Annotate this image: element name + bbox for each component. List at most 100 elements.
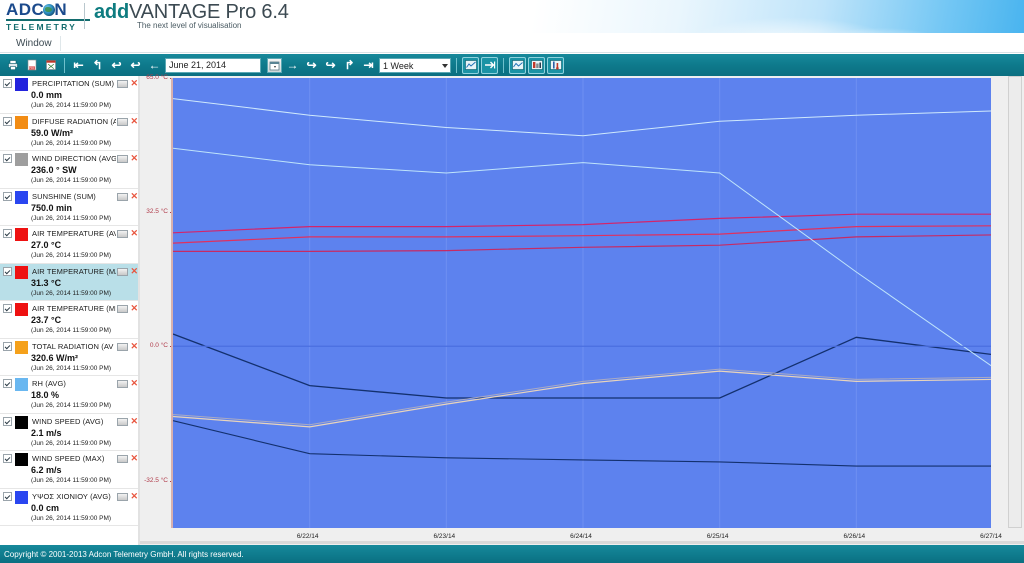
close-icon[interactable]: ✕ — [130, 229, 138, 238]
vertical-scrollbar[interactable] — [1008, 76, 1022, 528]
status-bar: Copyright © 2001-2013 Adcon Telemetry Gm… — [0, 545, 1024, 563]
legend-sidebar[interactable]: PERCIPITATION (SUM) ✕ 0.0 mm (Jun 26, 2014 … — [0, 76, 140, 531]
legend-color-swatch — [15, 115, 28, 129]
legend-item-checkbox[interactable] — [3, 266, 12, 276]
horizontal-scrollbar[interactable] — [140, 541, 1024, 544]
chevron-down-icon — [442, 63, 448, 68]
toolbar-separator-3 — [503, 57, 504, 73]
row-menu-icon[interactable] — [117, 455, 129, 463]
legend-item-label: WIND SPEED (MAX) — [32, 454, 105, 463]
legend-item-checkbox[interactable] — [3, 454, 12, 463]
legend-item-label: PERCIPITATION (SUM) — [32, 79, 115, 88]
legend-item[interactable]: DIFFUSE RADIATION (A ✕ 59.0 W/m² (Jun 26, 2… — [0, 114, 140, 151]
legend-item[interactable]: RH (AVG) ✕ 18.0 % (Jun 26, 2014 11:59:00 PM… — [0, 376, 140, 414]
menu-item-window[interactable]: Window — [8, 36, 61, 51]
print-icon[interactable] — [4, 57, 21, 74]
apply-icon[interactable] — [481, 56, 498, 74]
forward-month-icon[interactable]: ↱ — [341, 57, 358, 74]
step-back-icon[interactable]: ← — [146, 57, 163, 74]
toolbar-separator-2 — [456, 57, 457, 73]
legend-item-value: 0.0 mm — [31, 90, 63, 100]
forward-day-icon[interactable]: ↪ — [303, 57, 320, 74]
row-menu-icon[interactable] — [117, 380, 129, 388]
y-axis-tick-label: 0.0 °C — [149, 342, 168, 350]
row-menu-icon[interactable] — [117, 80, 129, 88]
legend-item-timestamp: (Jun 26, 2014 11:59:00 PM) — [31, 102, 112, 109]
legend-item-label: SUNSHINE (SUM) — [32, 191, 96, 201]
legend-item-value: 750.0 min — [31, 202, 73, 213]
row-menu-icon[interactable] — [117, 417, 129, 426]
legend-item[interactable]: WIND DIRECTION (AVG ✕ 236.0 ° SW (Jun 26, 2… — [0, 151, 140, 189]
legend-item[interactable]: AIR TEMPERATURE (AV ✕ 27.0 °C (Jun 26, 2014… — [0, 226, 140, 264]
calendar-icon[interactable] — [267, 57, 282, 73]
graph-view-icon[interactable] — [462, 56, 479, 74]
back-week-icon[interactable]: ↩ — [108, 57, 125, 74]
close-icon[interactable]: ✕ — [130, 491, 138, 501]
gauge-icon[interactable] — [547, 56, 564, 74]
row-menu-icon[interactable] — [117, 342, 129, 351]
legend-item-checkbox[interactable] — [3, 191, 12, 201]
plot-area[interactable] — [171, 78, 991, 528]
date-input[interactable] — [165, 57, 261, 73]
legend-item-label: TOTAL RADIATION (AV — [32, 341, 114, 351]
legend-item-timestamp: (Jun 26, 2014 11:59:00 PM) — [31, 289, 112, 297]
back-day-icon[interactable]: ↩ — [127, 57, 144, 74]
close-icon[interactable]: ✕ — [130, 341, 138, 351]
legend-item[interactable]: WIND SPEED (MAX) ✕ 6.2 m/s (Jun 26, 2014 11… — [0, 451, 140, 489]
line-chart-icon[interactable] — [509, 56, 526, 74]
period-select-value: 1 Week — [383, 60, 414, 71]
legend-item[interactable]: SUNSHINE (SUM) ✕ 750.0 min (Jun 26, 2014 11… — [0, 189, 140, 226]
row-menu-icon[interactable] — [117, 230, 129, 238]
jump-last-icon[interactable]: ⇥ — [360, 57, 377, 74]
legend-item-checkbox[interactable] — [3, 416, 12, 426]
legend-item-checkbox[interactable] — [3, 79, 12, 88]
row-menu-icon[interactable] — [117, 192, 129, 201]
bar-chart-icon[interactable] — [528, 56, 545, 74]
close-icon[interactable]: ✕ — [130, 454, 138, 463]
close-icon[interactable]: ✕ — [130, 266, 138, 276]
legend-item-timestamp: (Jun 26, 2014 11:59:00 PM) — [31, 177, 112, 184]
pdf-export-icon[interactable]: PDF — [23, 57, 40, 74]
legend-item-checkbox[interactable] — [3, 154, 12, 163]
legend-color-swatch — [15, 265, 28, 279]
legend-item-value: 18.0 % — [31, 390, 60, 400]
jump-first-icon[interactable]: ⇤ — [70, 57, 87, 74]
toolbar: PDF ⇤ ↰ ↩ ↩ ← → ↪ ↪ ↱ ⇥ 1 Week — [0, 54, 1024, 76]
legend-item[interactable]: ΥΨΟΣ ΧΙΟΝΙΟΥ (AVG) ✕ 0.0 cm (Jun 26, 2014 1… — [0, 489, 140, 526]
legend-item-timestamp: (Jun 26, 2014 11:59:00 PM) — [31, 214, 112, 222]
excel-export-icon[interactable] — [42, 57, 59, 74]
legend-item-checkbox[interactable] — [3, 229, 12, 238]
close-icon[interactable]: ✕ — [130, 191, 138, 201]
x-axis-tick-label: 6/27/14 — [980, 533, 1002, 540]
close-icon[interactable]: ✕ — [130, 79, 138, 88]
legend-item-checkbox[interactable] — [3, 491, 12, 501]
close-icon[interactable]: ✕ — [130, 154, 138, 163]
row-menu-icon[interactable] — [117, 155, 129, 163]
forward-week-icon[interactable]: ↪ — [322, 57, 339, 74]
row-menu-icon[interactable] — [117, 492, 129, 501]
legend-item[interactable]: PERCIPITATION (SUM) ✕ 0.0 mm (Jun 26, 2014 … — [0, 76, 140, 114]
legend-item-checkbox[interactable] — [3, 304, 12, 313]
period-select[interactable]: 1 Week — [379, 57, 451, 73]
step-forward-icon[interactable]: → — [284, 57, 301, 74]
legend-item-checkbox[interactable] — [3, 116, 12, 126]
legend-item[interactable]: AIR TEMPERATURE (MA ✕ 31.3 °C (Jun 26, 2014… — [0, 263, 140, 301]
legend-item-checkbox[interactable] — [3, 379, 12, 388]
legend-item-timestamp: (Jun 26, 2014 11:59:00 PM) — [31, 402, 112, 409]
row-menu-icon[interactable] — [117, 305, 129, 313]
row-menu-icon[interactable] — [117, 267, 129, 276]
legend-item[interactable]: AIR TEMPERATURE (MI ✕ 23.7 °C (Jun 26, 2014… — [0, 301, 140, 339]
legend-item-timestamp: (Jun 26, 2014 11:59:00 PM) — [31, 439, 112, 447]
legend-item[interactable]: WIND SPEED (AVG) ✕ 2.1 m/s (Jun 26, 2014 11… — [0, 414, 140, 451]
close-icon[interactable]: ✕ — [130, 116, 138, 126]
back-month-icon[interactable]: ↰ — [89, 57, 106, 74]
close-icon[interactable]: ✕ — [130, 416, 138, 426]
close-icon[interactable]: ✕ — [130, 304, 138, 313]
legend-item-value: 2.1 m/s — [31, 427, 62, 438]
row-menu-icon[interactable] — [117, 117, 129, 126]
legend-item-value: 0.0 cm — [31, 502, 60, 513]
close-icon[interactable]: ✕ — [130, 379, 138, 388]
legend-item[interactable]: TOTAL RADIATION (AV ✕ 320.6 W/m² (Jun 26, 2… — [0, 339, 140, 376]
copyright-text: Copyright © 2001-2013 Adcon Telemetry Gm… — [4, 549, 244, 559]
legend-item-checkbox[interactable] — [3, 341, 12, 351]
